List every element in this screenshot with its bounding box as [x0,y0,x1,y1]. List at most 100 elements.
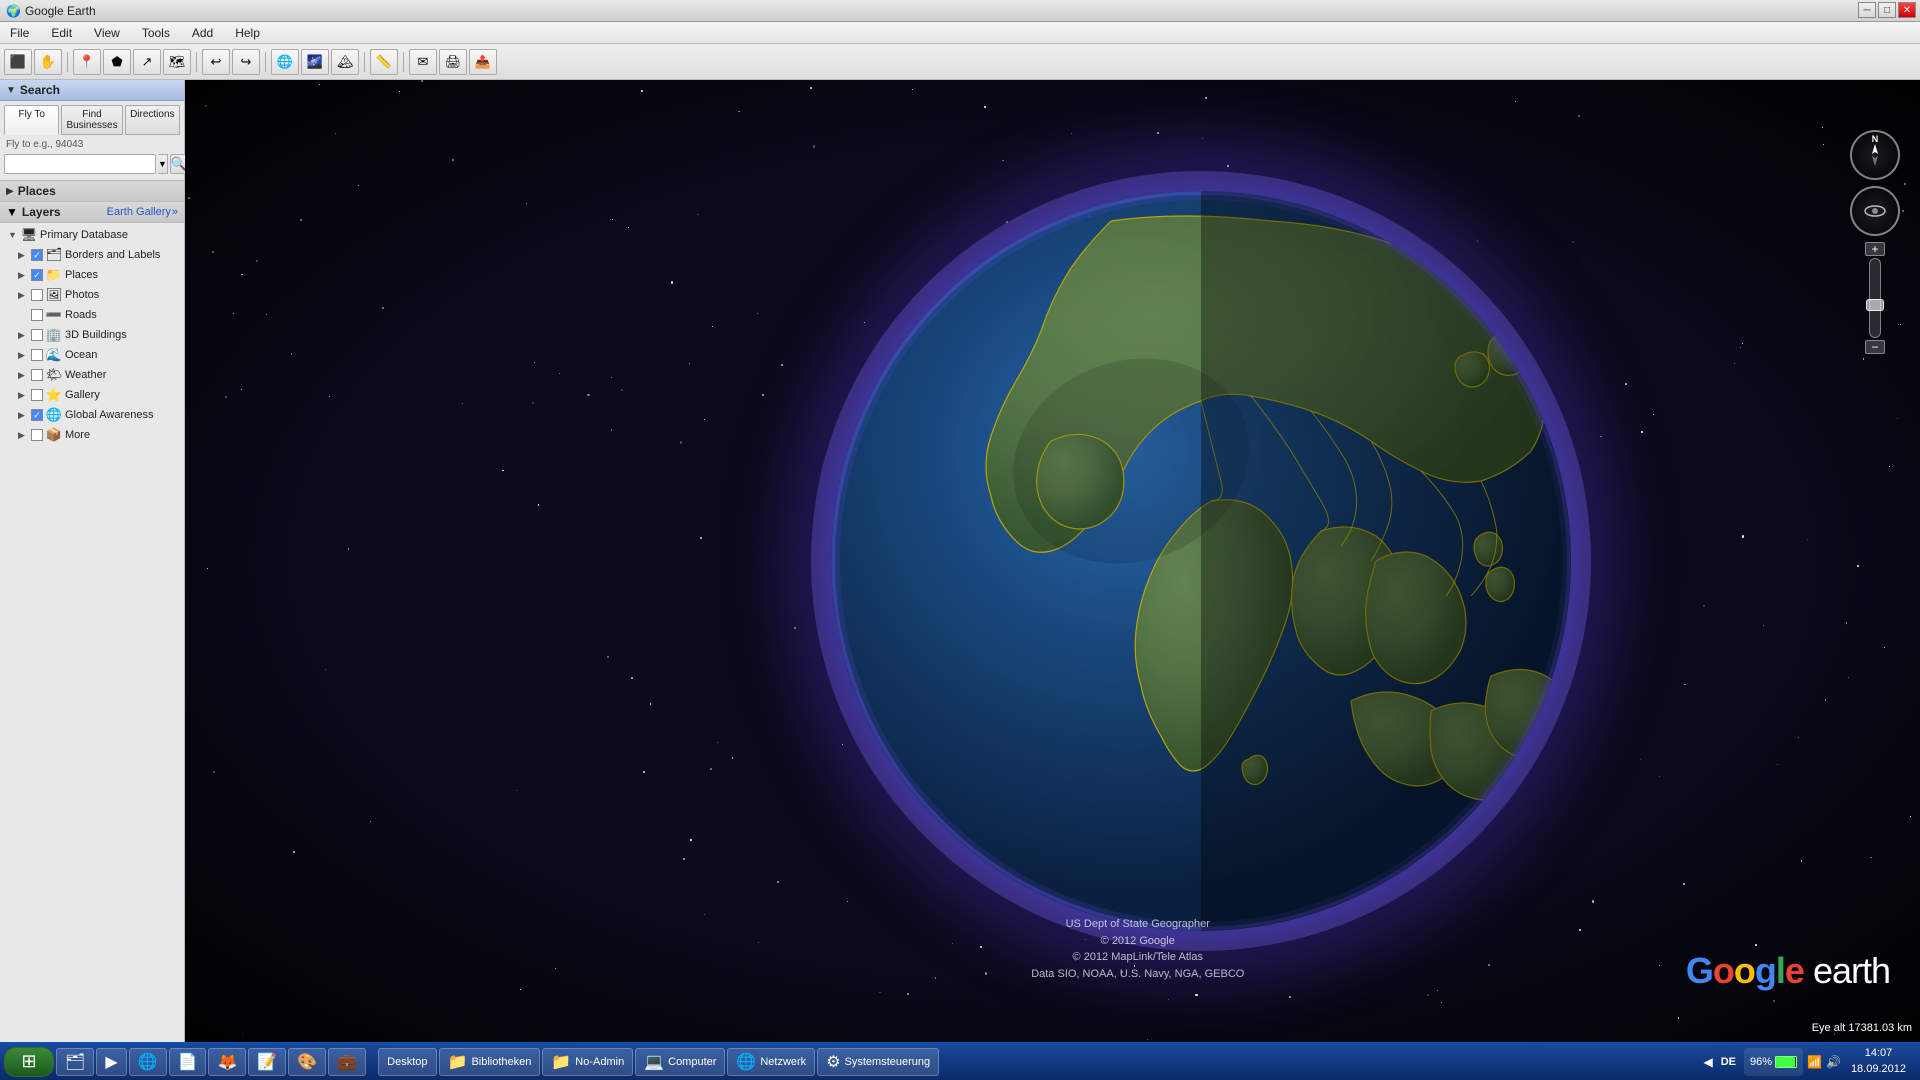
expand-icon: ▶ [18,330,28,341]
tab-find-businesses[interactable]: Find Businesses [61,105,122,135]
earth-view[interactable]: US Dept of State Geographer © 2012 Googl… [185,80,1920,1042]
toolbar-print-btn[interactable]: 🖨 [439,49,467,75]
places-checkbox[interactable]: ✓ [31,269,43,281]
toolbar: ⬛ ✋ 📍 ⬟ ↗ 🗺 ↩ ↪ 🌐 🌌 🏔 📏 ✉ 🖨 📤 [0,44,1920,80]
toolbar-hand-btn[interactable]: ✋ [34,49,62,75]
borders-checkbox[interactable]: ✓ [31,249,43,261]
taskbar-computer[interactable]: 💻 Computer [635,1048,725,1076]
earth-gallery-link[interactable]: Earth Gallery » [107,206,178,218]
logo-o2: o [1734,950,1755,991]
toolbar-add-polygon-btn[interactable]: ⬟ [103,49,131,75]
taskbar-vpn[interactable]: 💼 [328,1048,366,1076]
netzwerk-icon: 🌐 [736,1052,756,1072]
titlebar: 🌍 Google Earth ─ □ ✕ [0,0,1920,22]
toolbar-add-placemark-btn[interactable]: 📍 [73,49,101,75]
tab-directions[interactable]: Directions [125,105,180,135]
toolbar-sidepanel-btn[interactable]: ⬛ [4,49,32,75]
layers-section: ▼ Layers Earth Gallery » ▼ 🖥 Primary Dat… [0,202,184,1042]
taskbar-netzwerk[interactable]: 🌐 Netzwerk [727,1048,815,1076]
volume-icon[interactable]: 🔊 [1826,1055,1841,1069]
toolbar-sep-4 [364,52,365,72]
main-area: ▼ Search Fly To Find Businesses Directio… [0,80,1920,1042]
layer-item-3d-buildings[interactable]: ▶ 🏢 3D Buildings [0,325,184,345]
toolbar-earth-btn[interactable]: 🌐 [271,49,299,75]
more-checkbox[interactable] [31,429,43,441]
expand-tray-btn[interactable]: ◀ [1703,1055,1712,1069]
layer-item-ocean[interactable]: ▶ 🌊 Ocean [0,345,184,365]
layer-item-global-awareness[interactable]: ▶ ✓ 🌐 Global Awareness [0,405,184,425]
weather-icon: 🌤 [46,367,62,383]
zoom-in-btn[interactable]: + [1865,242,1885,256]
toolbar-sep-3 [265,52,266,72]
menu-edit[interactable]: Edit [45,24,78,42]
layer-item-primary-db[interactable]: ▼ 🖥 Primary Database [0,225,184,245]
taskbar-media[interactable]: ▶ [96,1048,126,1076]
toolbar-sky-btn[interactable]: 🌌 [301,49,329,75]
toolbar-terrain-btn[interactable]: 🏔 [331,49,359,75]
toolbar-add-path-btn[interactable]: ↗ [133,49,161,75]
global-awareness-checkbox[interactable]: ✓ [31,409,43,421]
photos-checkbox[interactable] [31,289,43,301]
minimize-button[interactable]: ─ [1858,2,1876,18]
logo-o1: o [1713,950,1734,991]
layer-item-roads[interactable]: ▶ ➖ Roads [0,305,184,325]
layer-item-weather[interactable]: ▶ 🌤 Weather [0,365,184,385]
ocean-checkbox[interactable] [31,349,43,361]
menu-tools[interactable]: Tools [136,24,176,42]
menu-help[interactable]: Help [229,24,266,42]
gallery-checkbox[interactable] [31,389,43,401]
layer-tree: ▼ 🖥 Primary Database ▶ ✓ 🗂 Borders and L… [0,223,184,447]
compass-ring[interactable]: N [1850,130,1900,180]
layer-item-more[interactable]: ▶ 📦 More [0,425,184,445]
toolbar-add-overlay-btn[interactable]: 🗺 [163,49,191,75]
search-section: ▼ Search Fly To Find Businesses Directio… [0,80,184,181]
logo-earth: earth [1813,950,1890,991]
noadmin-label: No-Admin [575,1056,624,1068]
tilt-ring[interactable] [1850,186,1900,236]
layers-header[interactable]: ▼ Layers Earth Gallery » [0,202,184,223]
docs-icon: 📄 [178,1052,198,1072]
taskbar-word[interactable]: 📝 [248,1048,286,1076]
zoom-handle[interactable] [1866,299,1884,311]
3d-buildings-checkbox[interactable] [31,329,43,341]
toolbar-back-btn[interactable]: ↩ [202,49,230,75]
start-button[interactable]: ⊞ [4,1047,54,1077]
tab-fly-to[interactable]: Fly To [4,105,59,135]
taskbar-noadmin[interactable]: 📁 No-Admin [542,1048,633,1076]
layer-item-borders[interactable]: ▶ ✓ 🗂 Borders and Labels [0,245,184,265]
places-header[interactable]: ▶ Places [0,181,184,201]
battery-indicator: 96% [1744,1048,1803,1076]
layer-item-gallery[interactable]: ▶ ⭐ Gallery [0,385,184,405]
zoom-out-btn[interactable]: − [1865,340,1885,354]
eye-altitude: Eye alt 17381.03 km [1812,1022,1912,1034]
menu-view[interactable]: View [88,24,126,42]
maximize-button[interactable]: □ [1878,2,1896,18]
layer-item-places[interactable]: ▶ ✓ 📁 Places [0,265,184,285]
taskbar-docs[interactable]: 📄 [169,1048,207,1076]
close-button[interactable]: ✕ [1898,2,1916,18]
toolbar-email-btn[interactable]: ✉ [409,49,437,75]
fly-to-input[interactable] [4,154,156,174]
menu-add[interactable]: Add [186,24,219,42]
compass-north-label: N [1872,134,1879,144]
taskbar-photoshop[interactable]: 🎨 [288,1048,326,1076]
menu-file[interactable]: File [4,24,35,42]
toolbar-ruler-btn[interactable]: 📏 [370,49,398,75]
layer-item-photos[interactable]: ▶ 🖼 Photos [0,285,184,305]
taskbar-desktop[interactable]: Desktop [378,1048,436,1076]
weather-checkbox[interactable] [31,369,43,381]
search-header[interactable]: ▼ Search [0,80,184,101]
toolbar-forward-btn[interactable]: ↪ [232,49,260,75]
systemsteuerung-label: Systemsteuerung [845,1056,931,1068]
zoom-track[interactable] [1869,258,1881,338]
fly-to-dropdown-btn[interactable]: ▼ [158,154,168,174]
places-icon: 📁 [46,267,62,283]
taskbar-bibliotheken[interactable]: 📁 Bibliotheken [439,1048,541,1076]
battery-percent: 96% [1750,1056,1772,1068]
taskbar-explorer[interactable]: 🗂 [56,1048,94,1076]
taskbar-firefox[interactable]: 🦊 [208,1048,246,1076]
taskbar-systemsteuerung[interactable]: ⚙ Systemsteuerung [817,1048,939,1076]
taskbar-browser[interactable]: 🌐 [129,1048,167,1076]
roads-checkbox[interactable] [31,309,43,321]
toolbar-gplus-btn[interactable]: 📤 [469,49,497,75]
